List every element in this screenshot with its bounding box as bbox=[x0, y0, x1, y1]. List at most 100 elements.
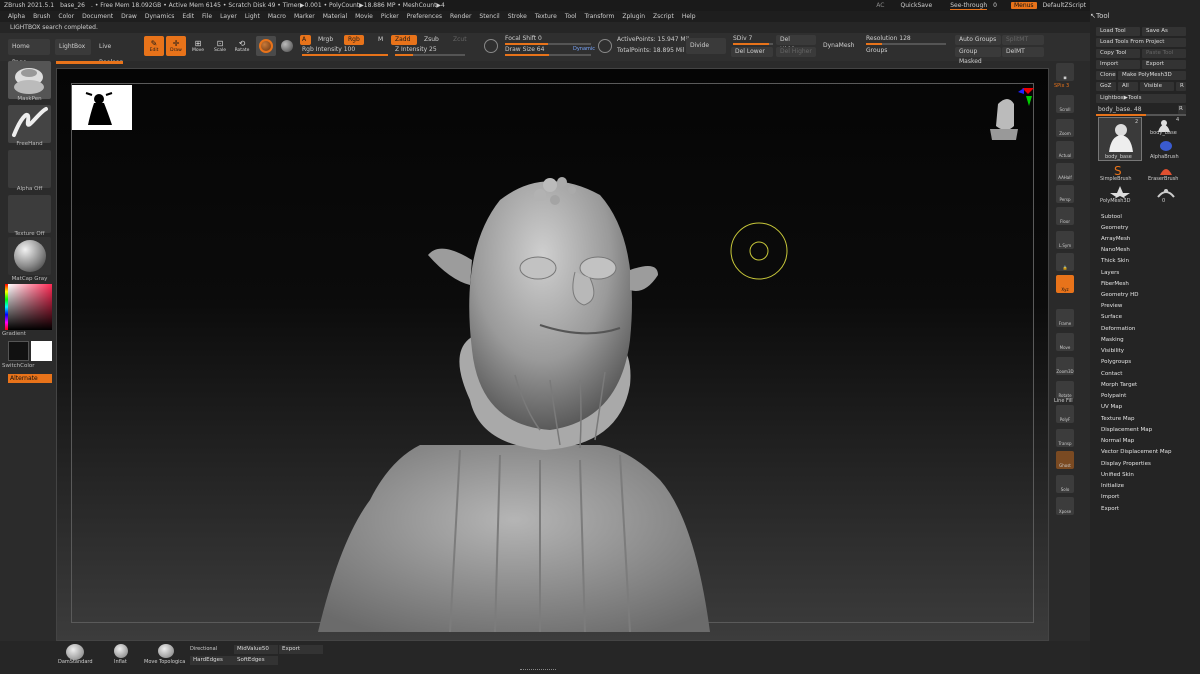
mrgb-button[interactable]: Mrgb bbox=[314, 35, 337, 45]
bpr-button[interactable]: ◼ bbox=[1056, 63, 1074, 81]
a-button[interactable]: A bbox=[300, 35, 311, 45]
move-topological-brush-icon[interactable] bbox=[158, 644, 174, 658]
tool-thumb-eraserbrush[interactable]: EraserBrush bbox=[1146, 162, 1186, 184]
move-view-button[interactable]: Move bbox=[1056, 333, 1074, 351]
menu-preferences[interactable]: Preferences bbox=[407, 13, 442, 20]
menu-help[interactable]: Help bbox=[682, 13, 696, 20]
menu-tool[interactable]: Tool bbox=[565, 13, 577, 20]
subpalette-deformation[interactable]: Deformation bbox=[1101, 326, 1135, 332]
lightbox-tools-button[interactable]: Lightbox▶Tools bbox=[1096, 94, 1186, 103]
menu-marker[interactable]: Marker bbox=[294, 13, 315, 20]
menu-stencil[interactable]: Stencil bbox=[479, 13, 499, 20]
goz-all-button[interactable]: All bbox=[1118, 82, 1138, 91]
clone-button[interactable]: Clone bbox=[1096, 71, 1116, 80]
zsub-button[interactable]: Zsub bbox=[420, 35, 443, 45]
subpalette-uv-map[interactable]: UV Map bbox=[1101, 404, 1122, 410]
freehand-stroke-thumb[interactable] bbox=[8, 105, 51, 143]
line-fill-button[interactable]: Line Fill bbox=[1054, 398, 1073, 404]
make-polymesh3d-button[interactable]: Make PolyMesh3D bbox=[1118, 71, 1186, 80]
focal-shift-slider[interactable]: Focal Shift 0 bbox=[505, 35, 542, 42]
primary-color-swatch[interactable] bbox=[31, 341, 52, 361]
subpalette-thick-skin[interactable]: Thick Skin bbox=[1101, 258, 1129, 264]
persp-button[interactable]: Persp bbox=[1056, 185, 1074, 203]
tool-thumb-zsphere[interactable]: 0 bbox=[1146, 184, 1186, 206]
switchcolor-button[interactable]: SwitchColor bbox=[2, 363, 49, 369]
del-higher-button[interactable]: Del Higher bbox=[776, 47, 816, 57]
subpalette-contact[interactable]: Contact bbox=[1101, 371, 1122, 377]
softedges-toggle[interactable]: SoftEdges bbox=[234, 656, 278, 665]
m-button[interactable]: M bbox=[374, 35, 387, 45]
secondary-color-swatch[interactable] bbox=[8, 341, 29, 361]
zadd-button[interactable]: Zadd bbox=[391, 35, 417, 45]
zoom3d-button[interactable]: Zoom3D bbox=[1056, 357, 1074, 375]
frame-button[interactable]: Frame bbox=[1056, 309, 1074, 327]
subpalette-masking[interactable]: Masking bbox=[1101, 337, 1124, 343]
menu-light[interactable]: Light bbox=[245, 13, 260, 20]
color-picker[interactable] bbox=[8, 284, 52, 330]
menu-zscript[interactable]: Zscript bbox=[653, 13, 674, 20]
rotate-view-button[interactable]: Rotate bbox=[1056, 381, 1074, 399]
goz-visible-button[interactable]: Visible bbox=[1140, 82, 1174, 91]
menu-texture[interactable]: Texture bbox=[535, 13, 557, 20]
export-button[interactable]: Export bbox=[279, 645, 323, 654]
menu-edit[interactable]: Edit bbox=[182, 13, 194, 20]
menu-color[interactable]: Color bbox=[58, 13, 74, 20]
subpalette-initialize[interactable]: Initialize bbox=[1101, 483, 1124, 489]
export-tool-button[interactable]: Export bbox=[1142, 60, 1186, 69]
palette-collapse-icon[interactable]: ↖ bbox=[1090, 12, 1096, 20]
scroll-button[interactable]: Scroll bbox=[1056, 95, 1074, 113]
draw-button[interactable]: ✛ Draw bbox=[166, 36, 186, 56]
current-tool-slider[interactable]: body_base. 48 bbox=[1098, 106, 1142, 113]
save-as-button[interactable]: Save As bbox=[1142, 27, 1186, 36]
hue-strip[interactable] bbox=[5, 284, 8, 330]
subpalette-import[interactable]: Import bbox=[1101, 494, 1119, 500]
tool-thumb-polymesh3d[interactable]: PolyMesh3D bbox=[1098, 184, 1142, 206]
menu-material[interactable]: Material bbox=[323, 13, 347, 20]
lsym-button[interactable]: L.Sym bbox=[1056, 231, 1074, 249]
menu-alpha[interactable]: Alpha bbox=[8, 13, 25, 20]
draw-size-track[interactable] bbox=[505, 54, 591, 56]
alpha-thumb[interactable] bbox=[8, 150, 51, 188]
subpalette-normal-map[interactable]: Normal Map bbox=[1101, 438, 1134, 444]
silhouette-thumbnail[interactable] bbox=[72, 85, 132, 130]
del-hidden-button[interactable]: Del Hidden bbox=[776, 35, 816, 53]
ghost-button[interactable]: Ghost bbox=[1056, 451, 1074, 469]
auto-groups-button[interactable]: Auto Groups bbox=[955, 35, 1001, 45]
zoom-button[interactable]: Zoom bbox=[1056, 119, 1074, 137]
sdiv-slider[interactable]: SDiv 7 bbox=[733, 35, 752, 42]
menu-zplugin[interactable]: Zplugin bbox=[622, 13, 645, 20]
transp-button[interactable]: Transp bbox=[1056, 429, 1074, 447]
spix-slider[interactable]: SPix 3 bbox=[1054, 83, 1069, 89]
resolution-slider[interactable]: Resolution 128 bbox=[866, 35, 911, 42]
gradient-label[interactable]: Gradient bbox=[2, 331, 49, 337]
quicksave-button[interactable]: QuickSave bbox=[900, 2, 932, 9]
subpalette-nanomesh[interactable]: NanoMesh bbox=[1101, 247, 1130, 253]
rotate-button[interactable]: ⟲ Rotate bbox=[232, 36, 252, 56]
tool-thumb-body-base-active[interactable]: 2 body_base bbox=[1098, 117, 1142, 161]
menu-draw[interactable]: Draw bbox=[121, 13, 137, 20]
draw-size-slider[interactable]: Draw Size 64 bbox=[505, 46, 544, 53]
subpalette-arraymesh[interactable]: ArrayMesh bbox=[1101, 236, 1130, 242]
navigation-head-widget[interactable] bbox=[978, 84, 1038, 144]
menu-layer[interactable]: Layer bbox=[220, 13, 237, 20]
tool-r-button[interactable]: R bbox=[1178, 105, 1186, 114]
live-boolean-button[interactable]: Live Boolean bbox=[95, 39, 139, 66]
groups-toggle[interactable]: Groups bbox=[866, 47, 887, 54]
ac-label[interactable]: AC bbox=[876, 2, 884, 9]
subpalette-layers[interactable]: Layers bbox=[1101, 270, 1119, 276]
move-topological-label[interactable]: Move Topologica bbox=[144, 659, 185, 665]
paste-tool-button[interactable]: Paste Tool bbox=[1142, 49, 1186, 58]
subpalette-geometry-hd[interactable]: Geometry HD bbox=[1101, 292, 1139, 298]
delmt-button[interactable]: DelMT bbox=[1002, 47, 1044, 57]
copy-tool-button[interactable]: Copy Tool bbox=[1096, 49, 1140, 58]
texture-thumb[interactable] bbox=[8, 195, 51, 233]
z-intensity-track[interactable] bbox=[395, 54, 465, 56]
import-tool-button[interactable]: Import bbox=[1096, 60, 1140, 69]
move-button[interactable]: ⊞ Move bbox=[188, 36, 208, 56]
menu-render[interactable]: Render bbox=[450, 13, 471, 20]
subpalette-texture-map[interactable]: Texture Map bbox=[1101, 416, 1135, 422]
subpalette-export[interactable]: Export bbox=[1101, 506, 1119, 512]
menu-file[interactable]: File bbox=[202, 13, 212, 20]
xpose-button[interactable]: Xpose bbox=[1056, 497, 1074, 515]
subpalette-morph-target[interactable]: Morph Target bbox=[1101, 382, 1137, 388]
